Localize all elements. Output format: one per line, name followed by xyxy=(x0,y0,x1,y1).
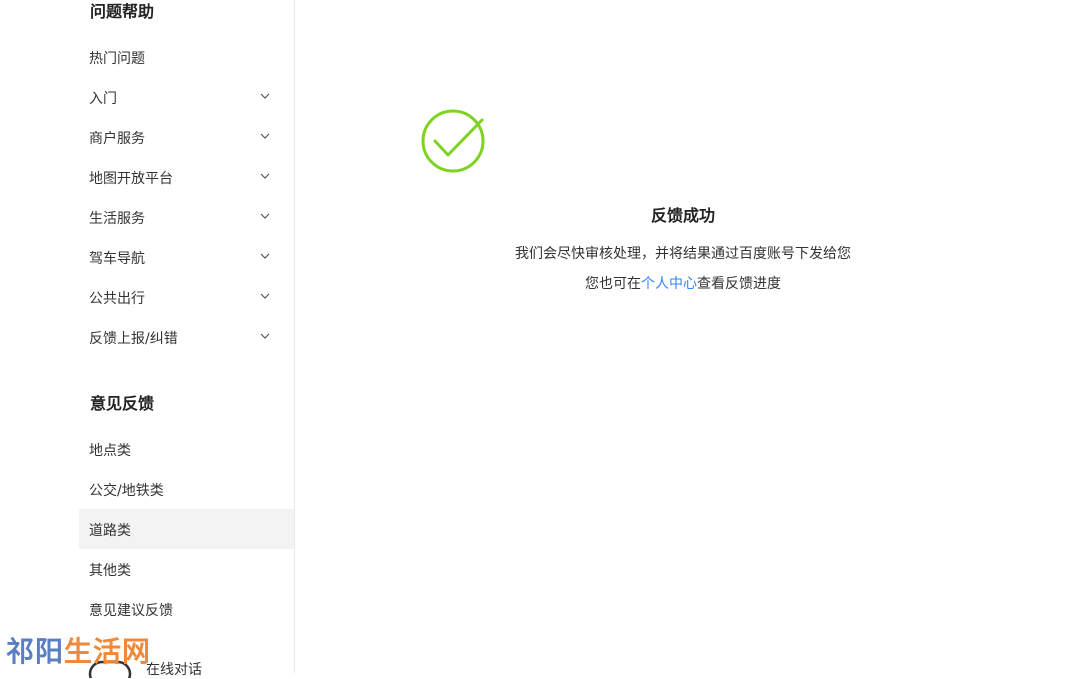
sidebar-item-label: 其他类 xyxy=(89,563,131,579)
sidebar-item-map-open-platform[interactable]: 地图开放平台 xyxy=(79,157,294,197)
result-title: 反馈成功 xyxy=(650,206,715,225)
sidebar-item-label: 公共出行 xyxy=(89,291,145,307)
watermark-part1: 祁阳 xyxy=(6,635,65,668)
sidebar-item-places[interactable]: 地点类 xyxy=(79,429,294,469)
help-section-title: 问题帮助 xyxy=(90,2,155,21)
chevron-down-icon xyxy=(260,93,270,99)
sidebar-item-roads[interactable]: 道路类 xyxy=(79,509,294,549)
sidebar-item-label: 商户服务 xyxy=(89,131,145,147)
result-progress-hint: 您也可在个人中心查看反馈进度 xyxy=(295,273,1071,293)
chevron-down-icon xyxy=(260,213,270,219)
watermark-part2: 生活网 xyxy=(64,635,152,668)
sidebar-item-hot-questions[interactable]: 热门问题 xyxy=(79,37,294,77)
sidebar-item-label: 地点类 xyxy=(89,443,131,459)
sidebar-item-report-correction[interactable]: 反馈上报/纠错 xyxy=(79,317,294,357)
main-content xyxy=(295,0,1071,673)
hint-prefix: 您也可在 xyxy=(585,276,641,292)
online-chat-link[interactable]: 在线对话 xyxy=(146,659,202,679)
chevron-down-icon xyxy=(260,293,270,299)
sidebar-item-suggestions[interactable]: 意见建议反馈 xyxy=(79,589,294,629)
sidebar-item-driving-navigation[interactable]: 驾车导航 xyxy=(79,237,294,277)
sidebar-item-label: 意见建议反馈 xyxy=(89,603,173,619)
sidebar-item-label: 地图开放平台 xyxy=(89,171,173,187)
sidebar-item-bus-subway[interactable]: 公交/地铁类 xyxy=(79,469,294,509)
chevron-down-icon xyxy=(260,253,270,259)
sidebar-item-label: 入门 xyxy=(89,91,117,107)
sidebar-item-life-services[interactable]: 生活服务 xyxy=(79,197,294,237)
sidebar-item-label: 热门问题 xyxy=(89,51,145,67)
success-check-icon xyxy=(421,109,485,173)
sidebar-item-label: 公交/地铁类 xyxy=(89,483,164,499)
chevron-down-icon xyxy=(260,333,270,339)
sidebar: 问题帮助 热门问题 入门 商户服务 地图开放平台 生活服务 驾车导航 公共出行 … xyxy=(0,0,295,678)
sidebar-item-label: 驾车导航 xyxy=(89,251,145,267)
sidebar-item-label: 反馈上报/纠错 xyxy=(89,331,178,347)
personal-center-link[interactable]: 个人中心 xyxy=(641,276,697,292)
chevron-down-icon xyxy=(260,133,270,139)
hint-suffix: 查看反馈进度 xyxy=(697,276,781,292)
sidebar-item-label: 道路类 xyxy=(89,523,131,539)
sidebar-item-public-transit[interactable]: 公共出行 xyxy=(79,277,294,317)
sidebar-item-label: 生活服务 xyxy=(89,211,145,227)
sidebar-item-other[interactable]: 其他类 xyxy=(79,549,294,589)
chevron-down-icon xyxy=(260,173,270,179)
sidebar-item-getting-started[interactable]: 入门 xyxy=(79,77,294,117)
sidebar-item-merchant-services[interactable]: 商户服务 xyxy=(79,117,294,157)
result-message: 我们会尽快审核处理，并将结果通过百度账号下发给您 xyxy=(515,246,851,262)
site-watermark: 祁阳生活网 xyxy=(6,630,151,670)
feedback-section-title: 意见反馈 xyxy=(90,394,155,413)
